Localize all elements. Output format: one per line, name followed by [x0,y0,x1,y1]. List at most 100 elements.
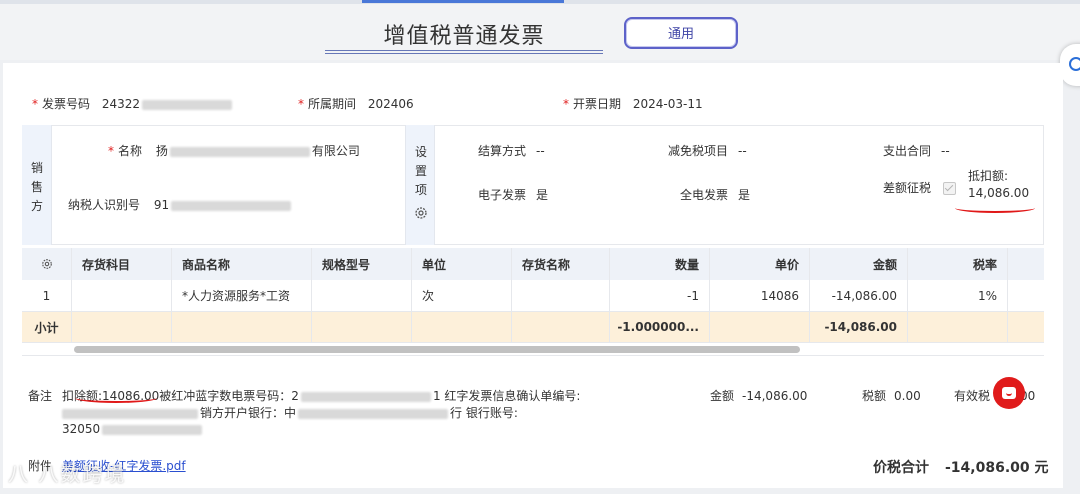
cell-product[interactable]: *人力资源服务*工资 [172,280,312,311]
diff-tax-checkbox[interactable] [942,182,956,195]
red-underline-annotation [955,203,1035,213]
cell-spec[interactable] [312,280,412,311]
column-settings-cell[interactable] [22,248,72,280]
cell-account[interactable] [72,280,172,311]
seller-label-char: 销 [30,161,43,175]
assistant-float-button[interactable] [1060,44,1080,86]
table-row[interactable]: 1 *人力资源服务*工资 次 -1 14086 -14,086.00 1% [22,280,1044,312]
tax-relief-field: 减免税项目 -- [668,142,747,159]
column-header[interactable]: 税率 [908,248,1008,280]
seller-section-label: 销 售 方 [22,125,52,245]
title-underline [325,50,603,51]
deduction-label: 抵扣额: [968,169,1009,183]
issue-date-value[interactable]: 2024-03-11 [633,97,703,111]
subtotal-row: 小计 -1.000000... -14,086.00 [22,312,1044,342]
column-header[interactable]: 单价 [710,248,810,280]
column-header[interactable]: 数量 [610,248,710,280]
remark-text: 行 银行账号: [450,406,518,420]
period-label: 所属期间 [308,97,357,111]
total-label: 价税合计 [873,460,929,476]
inbox-icon [1002,387,1016,399]
required-mark: * [108,144,114,158]
horizontal-scrollbar[interactable] [22,342,1044,356]
required-mark: * [32,97,38,111]
e-invoice-value[interactable]: 是 [536,188,548,202]
seller-label-char: 售 [30,180,43,194]
tax-relief-value[interactable]: -- [738,144,747,158]
settings-label-char: 项 [414,183,427,197]
seller-taxid-value[interactable]: 91 [154,198,169,212]
amount-label: 金额 [710,389,735,403]
settings-label-char: 置 [414,164,427,178]
tax-label: 税额 [862,389,887,403]
cell-unit[interactable]: 次 [412,280,512,311]
invoice-number-value[interactable]: 24322 [102,97,140,111]
amount-field: 金额 -14,086.00 [710,387,807,404]
subtotal-qty: -1.000000... [610,312,710,342]
cell-spacer [1008,280,1044,311]
column-header[interactable]: 规格型号 [312,248,412,280]
redacted-text [142,99,233,110]
cell-amount[interactable]: -14,086.00 [810,280,908,311]
redacted-text [169,146,310,157]
cell-price[interactable]: 14086 [710,280,810,311]
deduction-field: 抵扣额: 14,086.00 [968,168,1029,202]
column-header[interactable]: 存货名称 [512,248,610,280]
tax-relief-label: 减免税项目 [668,144,729,158]
column-header[interactable]: 单位 [412,248,512,280]
seller-name-label: 名称 [118,144,143,158]
expense-contract-value[interactable]: -- [941,144,950,158]
settings-label-char: 设 [414,145,427,159]
period-value[interactable]: 202406 [368,97,414,111]
invoice-type-button[interactable]: 通用 [624,17,738,49]
full-e-invoice-label: 全电发票 [680,188,729,202]
settlement-label: 结算方式 [478,144,527,158]
subtotal-cell [412,312,512,342]
cell-rate[interactable]: 1% [908,280,1008,311]
invoice-header: 增值税普通发票 通用 [0,4,1080,60]
notification-badge-icon[interactable] [993,377,1025,409]
active-tab-indicator [362,0,564,3]
seller-name-value[interactable]: 扬有限公司 [156,144,360,158]
redacted-text [298,408,449,419]
scrollbar-thumb[interactable] [74,346,800,353]
full-e-invoice-field: 全电发票是 [680,186,750,203]
required-mark: * [563,97,569,111]
column-header[interactable]: 商品名称 [172,248,312,280]
gear-icon[interactable] [41,258,53,270]
invoice-title: 增值税普通发票 [383,24,545,49]
subtotal-amount: -14,086.00 [810,312,908,342]
issue-date-field: * 开票日期 2024-03-11 [563,95,703,112]
redacted-text [300,391,431,402]
settlement-value[interactable]: -- [536,144,545,158]
subtotal-cell [908,312,1008,342]
cell-qty[interactable]: -1 [610,280,710,311]
remark-label: 备注 [28,389,53,403]
subtotal-cell [72,312,172,342]
e-invoice-label: 电子发票 [478,188,527,202]
subtotal-cell [172,312,312,342]
redacted-text [102,424,203,435]
settlement-field: 结算方式 -- [478,142,545,159]
column-header[interactable]: 金额 [810,248,908,280]
full-e-invoice-value[interactable]: 是 [738,188,750,202]
remark-text: 销方开户银行：中 [200,406,297,420]
remark-text: 32050 [62,422,101,436]
row-index: 1 [22,280,72,311]
redacted-text [62,408,198,419]
diff-tax-label: 差额征税 [883,181,932,195]
table-header: 存货科目 商品名称 规格型号 单位 存货名称 数量 单价 金额 税率 [22,248,1044,280]
column-header[interactable]: 存货科目 [72,248,172,280]
remark-text: 1 红字发票信息确认单编号: [432,389,581,403]
gear-icon[interactable] [414,206,428,220]
total-value: -14,086.00 元 [945,460,1049,476]
subtotal-cell [312,312,412,342]
settings-section[interactable]: 设 置 项 [405,125,435,245]
cell-inventory[interactable] [512,280,610,311]
tax-value: 0.00 [894,389,921,403]
seller-taxid-field: 纳税人识别号 91 [68,196,292,213]
invoice-number-label: 发票号码 [42,97,91,111]
expense-contract-field: 支出合同 -- [883,142,950,159]
required-mark: * [298,97,304,111]
amount-value: -14,086.00 [742,389,808,403]
